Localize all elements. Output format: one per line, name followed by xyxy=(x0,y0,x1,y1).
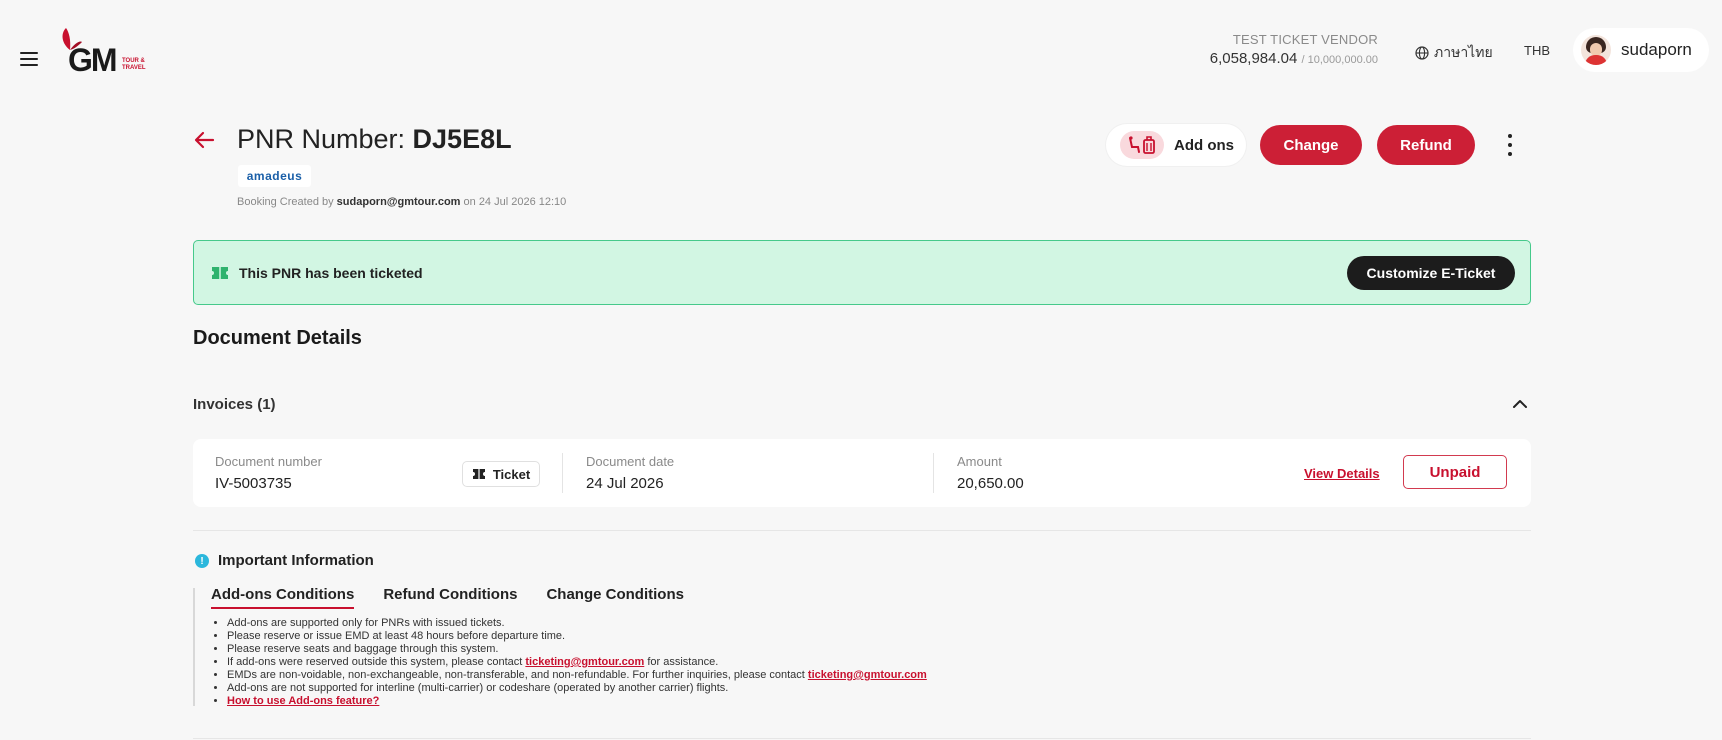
page-title: PNR Number: DJ5E8L xyxy=(237,124,512,154)
document-number-label: Document number xyxy=(215,454,322,469)
tab-addons-conditions[interactable]: Add-ons Conditions xyxy=(211,586,355,609)
refund-button[interactable]: Refund xyxy=(1377,125,1475,165)
ticketing-email-link[interactable]: ticketing@gmtour.com xyxy=(525,656,644,668)
list-item: Please reserve seats and baggage through… xyxy=(227,643,927,656)
ticket-icon xyxy=(472,469,485,479)
document-details-title: Document Details xyxy=(193,327,362,349)
ticketed-banner: This PNR has been ticketed Customize E-T… xyxy=(193,240,1531,305)
divider xyxy=(562,453,563,493)
credit-limit: / 10,000,000.00 xyxy=(1301,54,1378,66)
conditions-tabs: Add-ons Conditions Refund Conditions Cha… xyxy=(211,586,684,609)
user-menu[interactable]: sudaporn xyxy=(1573,28,1709,72)
top-header: GM TOUR & TRAVEL TEST TICKET VENDOR 6,05… xyxy=(0,0,1722,100)
currency-selector[interactable]: THB xyxy=(1524,43,1550,58)
section-divider xyxy=(193,738,1531,739)
booking-created-info: Booking Created by sudaporn@gmtour.com o… xyxy=(237,196,567,208)
created-by: sudaporn@gmtour.com xyxy=(336,196,461,208)
list-item: EMDs are non-voidable, non-exchangeable,… xyxy=(227,669,927,682)
document-type: Ticket xyxy=(492,466,531,482)
chevron-up-icon[interactable] xyxy=(1512,398,1528,410)
company-logo[interactable]: GM TOUR & TRAVEL xyxy=(56,26,156,78)
globe-icon xyxy=(1415,46,1429,60)
amount-value: 20,650.00 xyxy=(957,475,1024,492)
addons-conditions-list: Add-ons are supported only for PNRs with… xyxy=(227,617,927,708)
avatar xyxy=(1581,35,1611,65)
pnr-number: DJ5E8L xyxy=(412,124,512,154)
document-number: IV-5003735 xyxy=(215,475,292,492)
vendor-credit: TEST TICKET VENDOR 6,058,984.04 / 10,000… xyxy=(1210,32,1378,67)
change-button[interactable]: Change xyxy=(1260,125,1362,165)
important-info-title: Important Information xyxy=(218,552,374,569)
language-label: ภาษาไทย xyxy=(1434,44,1493,60)
back-arrow-icon[interactable] xyxy=(193,130,215,150)
more-options-icon[interactable] xyxy=(1502,134,1518,156)
section-divider xyxy=(193,530,1531,531)
credit-used: 6,058,984.04 xyxy=(1209,50,1298,67)
list-item: Add-ons are not supported for interline … xyxy=(227,682,927,695)
username: sudaporn xyxy=(1621,40,1692,59)
document-date-label: Document date xyxy=(586,454,675,469)
ticketed-message: This PNR has been ticketed xyxy=(239,265,423,281)
gds-badge: amadeus xyxy=(238,165,311,187)
unpaid-status-button[interactable]: Unpaid xyxy=(1403,455,1507,489)
invoice-row: Document number IV-5003735 Ticket Docume… xyxy=(193,439,1531,507)
how-to-addons-link[interactable]: How to use Add-ons feature? xyxy=(227,695,379,707)
document-date: 24 Jul 2026 xyxy=(586,475,664,492)
add-ons-label: Add ons xyxy=(1174,136,1234,154)
view-details-link[interactable]: View Details xyxy=(1304,466,1380,481)
conditions-sidebar-line xyxy=(193,588,195,706)
customize-eticket-button[interactable]: Customize E-Ticket xyxy=(1347,256,1515,290)
amount-label: Amount xyxy=(957,454,1002,469)
divider xyxy=(933,453,934,493)
ticketing-email-link[interactable]: ticketing@gmtour.com xyxy=(808,669,927,681)
add-ons-button[interactable]: Add ons xyxy=(1106,124,1246,166)
ticket-icon xyxy=(212,267,228,279)
language-selector[interactable]: ภาษาไทย xyxy=(1415,42,1493,64)
vendor-name: TEST TICKET VENDOR xyxy=(1232,32,1378,47)
tab-change-conditions[interactable]: Change Conditions xyxy=(546,586,684,609)
list-item: Add-ons are supported only for PNRs with… xyxy=(227,617,927,630)
document-type-badge: Ticket xyxy=(462,461,540,487)
menu-icon[interactable] xyxy=(20,52,38,66)
logo-text: GM xyxy=(68,42,118,78)
credit-amount: 6,058,984.04 / 10,000,000.00 xyxy=(1210,50,1378,67)
seat-baggage-icon xyxy=(1120,131,1164,159)
info-icon: ! xyxy=(195,554,209,568)
list-item: How to use Add-ons feature? xyxy=(227,695,927,708)
list-item: If add-ons were reserved outside this sy… xyxy=(227,656,927,669)
tab-refund-conditions[interactable]: Refund Conditions xyxy=(383,586,517,609)
logo-subtext: TOUR & TRAVEL xyxy=(122,58,146,71)
list-item: Please reserve or issue EMD at least 48 … xyxy=(227,630,927,643)
invoices-header[interactable]: Invoices (1) xyxy=(193,396,276,413)
